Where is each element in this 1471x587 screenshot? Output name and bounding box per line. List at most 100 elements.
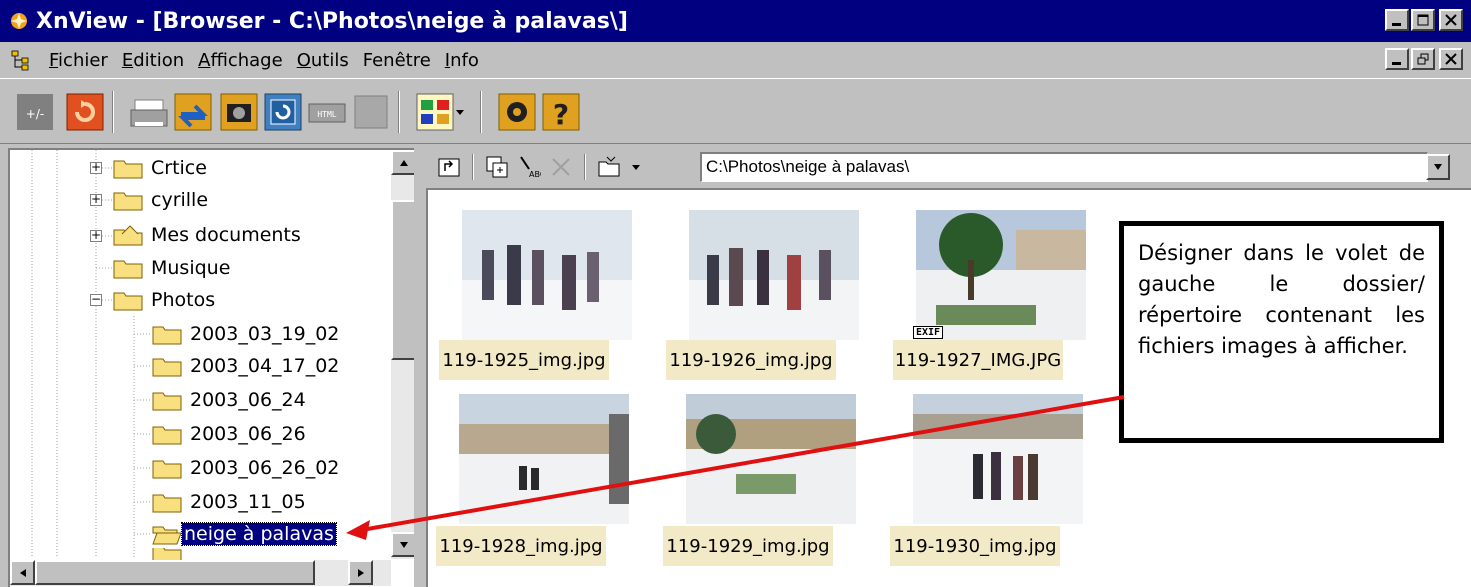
address-dropdown-button[interactable] — [1426, 154, 1450, 180]
tree-item-2003-04-17-02[interactable]: 2003_04_17_02 — [152, 351, 339, 381]
rename-button[interactable]: ABC — [514, 152, 544, 182]
parent-folder-button[interactable] — [434, 152, 464, 182]
scroll-right-button[interactable] — [348, 560, 373, 585]
copy-to-button[interactable] — [482, 152, 512, 182]
capture-button[interactable] — [218, 91, 260, 133]
delete-button[interactable] — [546, 152, 576, 182]
thumbnail-caption: 119-1926_img.jpg — [666, 340, 836, 380]
chevron-left-icon — [19, 568, 26, 577]
menu-affichage[interactable]: Affichage — [191, 50, 290, 71]
thumbnails-view-icon — [416, 93, 454, 131]
folder-icon — [113, 160, 143, 179]
menu-fenetre[interactable]: Fenêtre — [356, 50, 438, 71]
pane-splitter[interactable] — [414, 148, 426, 587]
gear-icon — [498, 93, 536, 131]
refresh-button[interactable] — [64, 91, 106, 133]
tree-item-2003-03-19-02[interactable]: 2003_03_19_02 — [152, 319, 339, 349]
tree-horizontal-scrollbar[interactable] — [10, 560, 391, 586]
title-bar: XnView - [Browser - C:\Photos\neige à pa… — [0, 0, 1471, 42]
home-folder-icon — [113, 225, 143, 246]
close-icon — [1445, 53, 1457, 65]
expand-crtice[interactable]: + — [90, 161, 102, 174]
close-button[interactable] — [1439, 9, 1463, 31]
collapse-photos[interactable]: − — [90, 293, 102, 306]
help-button[interactable]: ? — [540, 91, 582, 133]
menu-outils[interactable]: Outils — [290, 50, 356, 71]
minimize-icon — [1392, 62, 1401, 65]
settings-button[interactable] — [496, 91, 538, 133]
child-restore-button[interactable] — [1411, 48, 1435, 70]
tree-item-musique[interactable]: Musique — [113, 253, 230, 283]
menu-fichier[interactable]: Fichier — [42, 50, 115, 71]
folder-icon — [113, 192, 143, 211]
address-input[interactable]: C:\Photos\neige à palavas\ — [700, 152, 1428, 182]
close-icon — [1445, 14, 1457, 26]
svg-text:HTML: HTML — [317, 110, 336, 119]
svg-text:ABC: ABC — [529, 170, 541, 179]
tree-item-crtice[interactable]: Crtice — [113, 153, 207, 183]
photo-thumbnail — [462, 210, 632, 340]
slideshow-icon — [264, 93, 302, 131]
chevron-down-icon — [1434, 164, 1442, 170]
view-mode-dropdown[interactable] — [450, 91, 470, 133]
zoom-button[interactable]: +/- — [14, 91, 56, 133]
chevron-down-icon — [632, 165, 640, 170]
maximize-icon — [1417, 14, 1429, 26]
scroll-left-button[interactable] — [10, 560, 35, 585]
tree-item-neige-a-palavas[interactable]: neige à palavas — [152, 519, 337, 549]
document-tree-icon[interactable] — [10, 49, 32, 71]
photo-thumbnail — [913, 394, 1083, 524]
chevron-down-icon — [399, 541, 408, 548]
expand-mes-documents[interactable]: + — [90, 229, 102, 242]
camera-icon — [220, 93, 258, 131]
tree-item-2003-06-26-02[interactable]: 2003_06_26_02 — [152, 453, 339, 483]
copy-icon — [486, 156, 508, 178]
hscroll-thumb[interactable] — [35, 560, 315, 585]
folder-icon — [152, 392, 182, 411]
exif-badge: EXIF — [913, 326, 944, 339]
blank-tool-icon — [354, 95, 388, 129]
child-minimize-button[interactable] — [1385, 48, 1409, 70]
browser-toolbar: ABC C:\Photos\neige à palavas\ — [426, 148, 1471, 186]
filter-dropdown[interactable] — [626, 152, 646, 182]
slideshow-button[interactable] — [262, 91, 304, 133]
photo-thumbnail — [916, 210, 1086, 340]
print-button[interactable] — [128, 91, 170, 133]
window-controls — [1385, 9, 1463, 31]
folder-icon — [152, 460, 182, 479]
folder-icon — [152, 426, 182, 445]
chevron-down-icon — [456, 110, 464, 115]
chevron-right-icon — [357, 568, 364, 577]
disabled-tool-button[interactable] — [350, 91, 392, 133]
tree-item-2003-11-05[interactable]: 2003_11_05 — [152, 487, 306, 517]
menu-edition[interactable]: Edition — [115, 50, 191, 71]
open-folder-icon — [152, 526, 182, 545]
folder-filter-icon — [598, 156, 620, 177]
xnview-app-icon[interactable] — [8, 10, 30, 32]
scroll-up-button[interactable] — [391, 150, 416, 175]
convert-button[interactable] — [172, 91, 214, 133]
tree-item-2003-06-26[interactable]: 2003_06_26 — [152, 419, 306, 449]
menu-info[interactable]: Info — [438, 50, 486, 71]
minimize-button[interactable] — [1385, 9, 1409, 31]
tree-item-mes-documents[interactable]: Mes documents — [113, 220, 301, 250]
svg-text:?: ? — [553, 98, 569, 131]
filter-button[interactable] — [594, 152, 624, 182]
child-close-button[interactable] — [1439, 48, 1463, 70]
scroll-down-button[interactable] — [391, 532, 416, 557]
maximize-button[interactable] — [1411, 9, 1435, 31]
expand-cyrille[interactable]: + — [90, 193, 102, 206]
scroll-thumb[interactable] — [391, 200, 416, 360]
help-icon: ? — [542, 93, 580, 131]
tree-vertical-scrollbar[interactable] — [391, 150, 416, 559]
tree-item-2003-06-24[interactable]: 2003_06_24 — [152, 385, 306, 415]
html-icon: HTML — [308, 103, 346, 123]
folder-icon — [152, 494, 182, 513]
html-export-button[interactable]: HTML — [306, 91, 348, 133]
tree-item-cyrille[interactable]: cyrille — [113, 185, 208, 215]
convert-icon — [174, 93, 212, 131]
minimize-icon — [1392, 23, 1401, 26]
tree-item-photos[interactable]: Photos — [113, 285, 215, 315]
svg-text:+/-: +/- — [26, 107, 44, 121]
main-toolbar: +/- HTML ? — [0, 78, 1471, 144]
